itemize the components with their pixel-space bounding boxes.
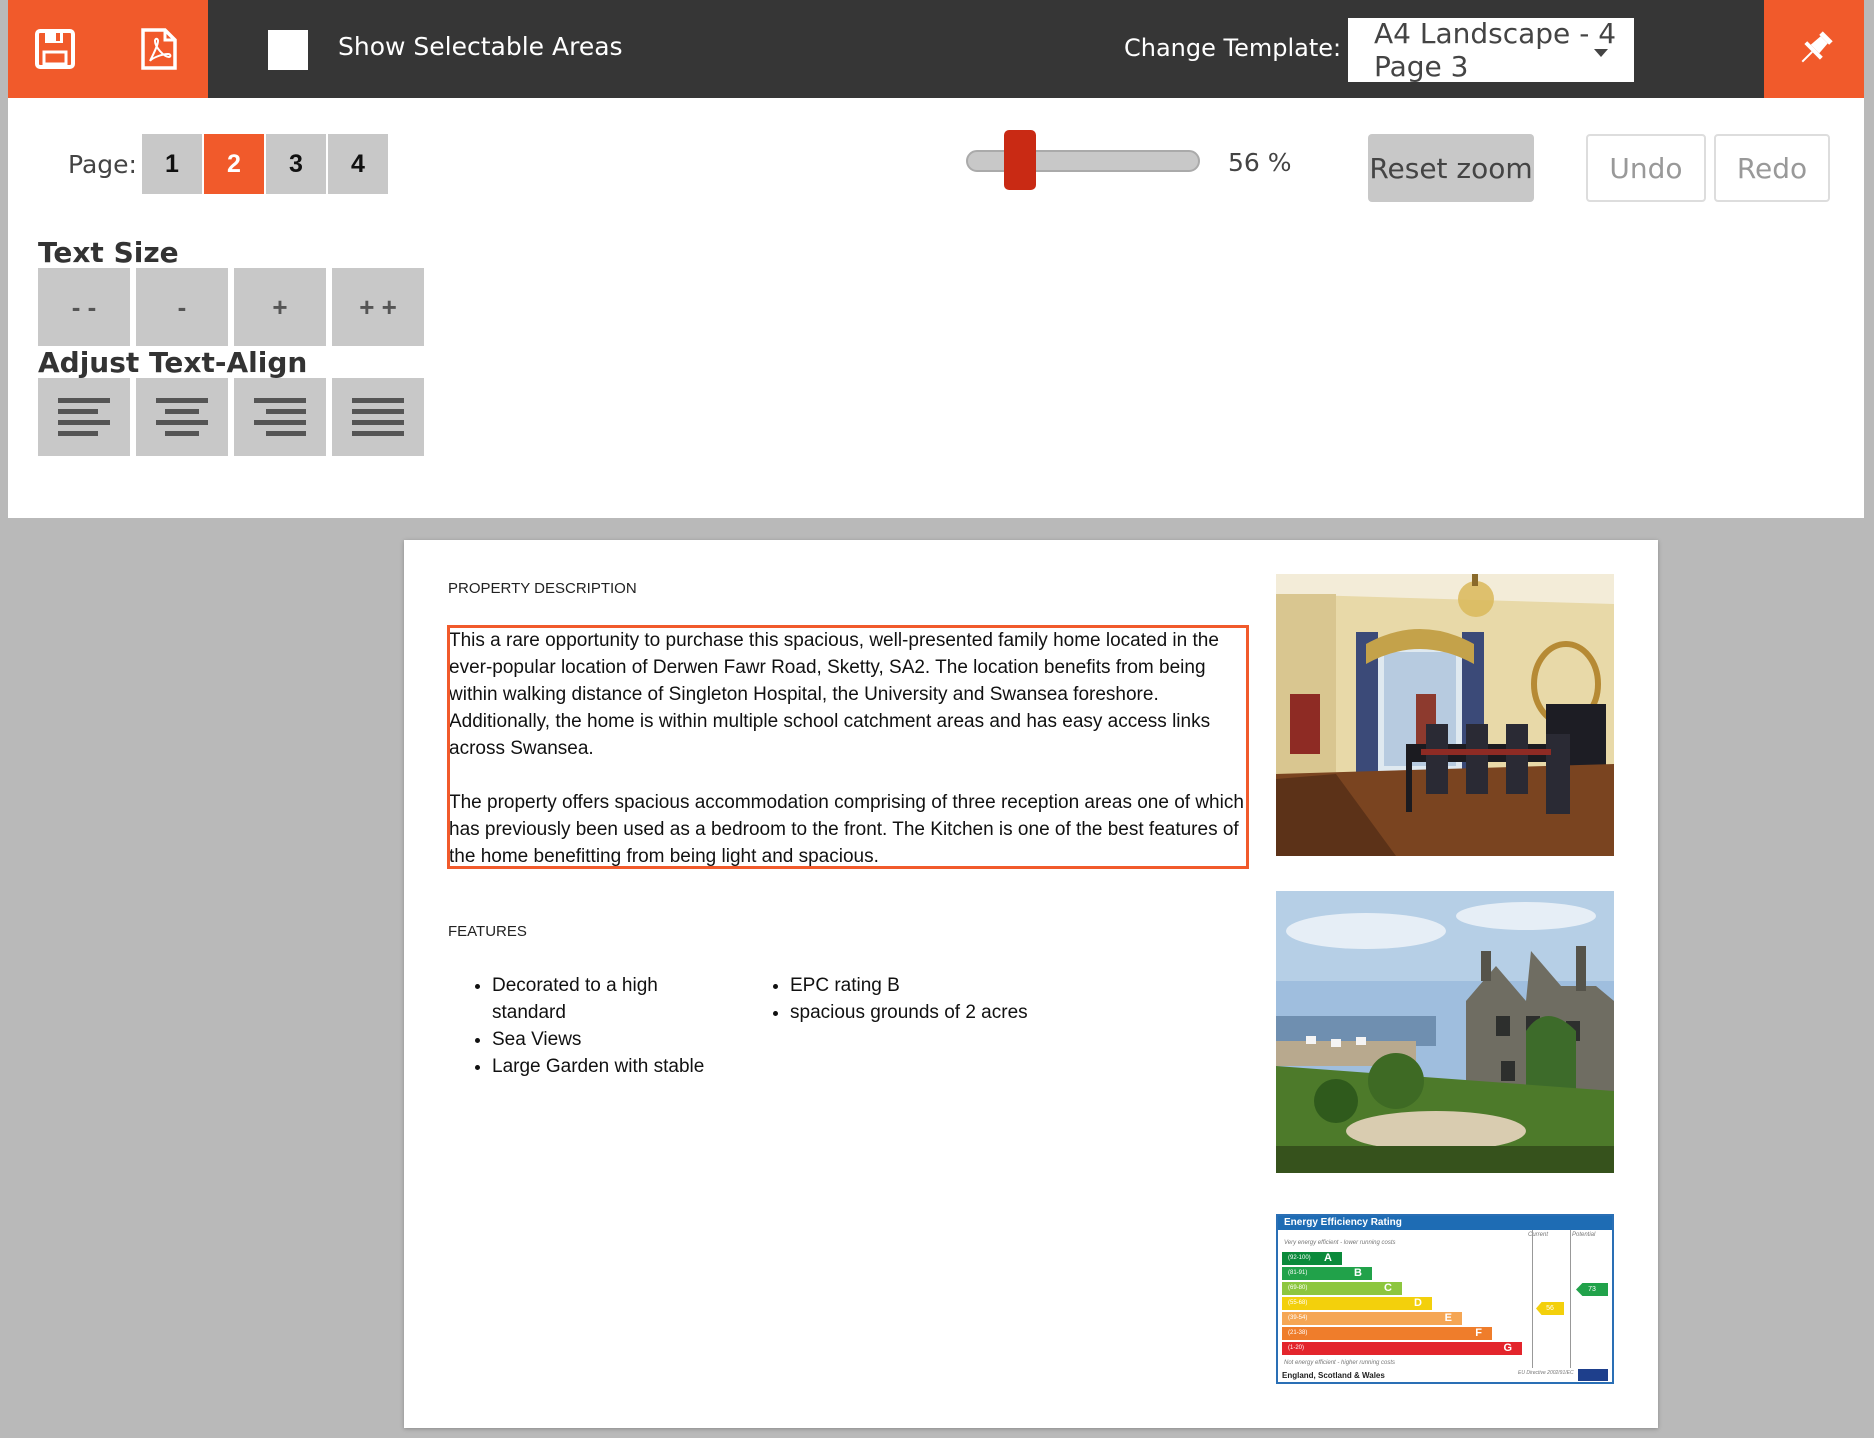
- epc-band-letter: B: [1354, 1267, 1362, 1279]
- epc-col-potential: Potential: [1572, 1232, 1596, 1238]
- pin-icon: [1792, 26, 1838, 72]
- pdf-icon[interactable]: [136, 26, 182, 72]
- epc-band-letter: G: [1503, 1342, 1512, 1354]
- epc-band-range: (81-91): [1288, 1270, 1308, 1276]
- features-list-col1[interactable]: Decorated to a high standard Sea Views L…: [448, 972, 708, 1080]
- text-align-heading: Adjust Text-Align: [38, 346, 308, 379]
- epc-band-range: (39-54): [1288, 1315, 1308, 1321]
- show-selectable-label: Show Selectable Areas: [338, 32, 623, 61]
- selected-text-area[interactable]: [447, 625, 1249, 869]
- template-select[interactable]: A4 Landscape - 4 Page 3: [1348, 17, 1634, 83]
- top-toolbar: Show Selectable Areas Change Template: A…: [8, 0, 1864, 98]
- align-justify-icon: [352, 398, 404, 436]
- eu-flag-icon: [1578, 1369, 1608, 1381]
- zoom-value: 56 %: [1228, 148, 1292, 177]
- epc-band-letter: A: [1324, 1252, 1332, 1264]
- save-icon[interactable]: [32, 26, 78, 72]
- align-justify-button[interactable]: [332, 378, 424, 456]
- align-right-icon: [254, 398, 306, 436]
- epc-band-range: (21-38): [1288, 1330, 1308, 1336]
- epc-directive: EU Directive 2002/91/EC: [1518, 1370, 1574, 1376]
- epc-band-e: (39-54) E: [1282, 1312, 1462, 1325]
- epc-band-g: (1-20) G: [1282, 1342, 1522, 1355]
- align-left-button[interactable]: [38, 378, 130, 456]
- dining-room-photo[interactable]: [1276, 574, 1614, 856]
- text-size-heading: Text Size: [38, 236, 179, 269]
- zoom-slider-thumb[interactable]: [1004, 130, 1036, 190]
- page-button-1[interactable]: 1: [142, 134, 202, 194]
- list-item: EPC rating B: [790, 972, 1086, 999]
- epc-band-c: (69-80) C: [1282, 1282, 1402, 1295]
- list-item: Large Garden with stable: [492, 1053, 708, 1080]
- page-button-4[interactable]: 4: [328, 134, 388, 194]
- align-center-icon: [156, 398, 208, 436]
- epc-potential-marker: 73: [1576, 1283, 1608, 1296]
- epc-top-note: Very energy efficient - lower running co…: [1284, 1240, 1396, 1246]
- epc-col-current: Current: [1528, 1232, 1549, 1238]
- epc-band-letter: E: [1444, 1312, 1452, 1324]
- toolbar-actions: [8, 0, 208, 98]
- editor-controls-panel: Page: 1 2 3 4 56 % Reset zoom Undo Redo …: [8, 98, 1864, 518]
- epc-band-a: (92-100) A: [1282, 1252, 1342, 1265]
- align-left-icon: [58, 398, 110, 436]
- text-size-smaller-button[interactable]: -: [136, 268, 228, 346]
- text-size-much-smaller-button[interactable]: - -: [38, 268, 130, 346]
- epc-divider: [1570, 1230, 1571, 1368]
- epc-title: Energy Efficiency Rating: [1278, 1216, 1612, 1230]
- epc-band-b: (81-91) B: [1282, 1267, 1372, 1280]
- reset-zoom-button[interactable]: Reset zoom: [1368, 134, 1534, 202]
- pin-button[interactable]: [1764, 0, 1864, 98]
- epc-region: England, Scotland & Wales: [1282, 1371, 1385, 1380]
- text-size-larger-button[interactable]: +: [234, 268, 326, 346]
- epc-divider: [1532, 1230, 1533, 1368]
- epc-band-range: (55-68): [1288, 1300, 1308, 1306]
- epc-bottom-note: Not energy efficient - higher running co…: [1284, 1360, 1396, 1366]
- list-item: Sea Views: [492, 1026, 708, 1053]
- epc-band-letter: C: [1384, 1282, 1392, 1294]
- text-size-much-larger-button[interactable]: + +: [332, 268, 424, 346]
- list-item: spacious grounds of 2 acres: [790, 999, 1086, 1026]
- undo-button[interactable]: Undo: [1586, 134, 1706, 202]
- house-exterior-photo[interactable]: [1276, 891, 1614, 1173]
- page-button-3[interactable]: 3: [266, 134, 326, 194]
- epc-band-range: (92-100): [1288, 1255, 1311, 1261]
- zoom-slider-track[interactable]: [966, 150, 1200, 172]
- features-heading[interactable]: FEATURES: [448, 923, 527, 940]
- epc-band-letter: D: [1414, 1297, 1422, 1309]
- page-button-2[interactable]: 2: [204, 134, 264, 194]
- align-center-button[interactable]: [136, 378, 228, 456]
- page-label: Page:: [68, 150, 137, 179]
- redo-button[interactable]: Redo: [1714, 134, 1830, 202]
- show-selectable-checkbox[interactable]: [268, 30, 308, 70]
- align-right-button[interactable]: [234, 378, 326, 456]
- epc-band-d: (55-68) D: [1282, 1297, 1432, 1310]
- chevron-down-icon: [1594, 49, 1608, 57]
- document-page: PROPERTY DESCRIPTION This a rare opportu…: [404, 540, 1658, 1428]
- change-template-label: Change Template:: [1124, 34, 1342, 62]
- property-description-heading[interactable]: PROPERTY DESCRIPTION: [448, 580, 637, 597]
- list-item: Decorated to a high standard: [492, 972, 708, 1026]
- epc-current-marker: 56: [1536, 1302, 1564, 1315]
- epc-band-letter: F: [1475, 1327, 1482, 1339]
- epc-band-range: (1-20): [1288, 1345, 1305, 1351]
- features-list-col2[interactable]: EPC rating B spacious grounds of 2 acres: [746, 972, 1086, 1026]
- epc-band-f: (21-38) F: [1282, 1327, 1492, 1340]
- energy-efficiency-chart[interactable]: Energy Efficiency Rating Current Potenti…: [1276, 1214, 1614, 1384]
- epc-band-range: (69-80): [1288, 1285, 1308, 1291]
